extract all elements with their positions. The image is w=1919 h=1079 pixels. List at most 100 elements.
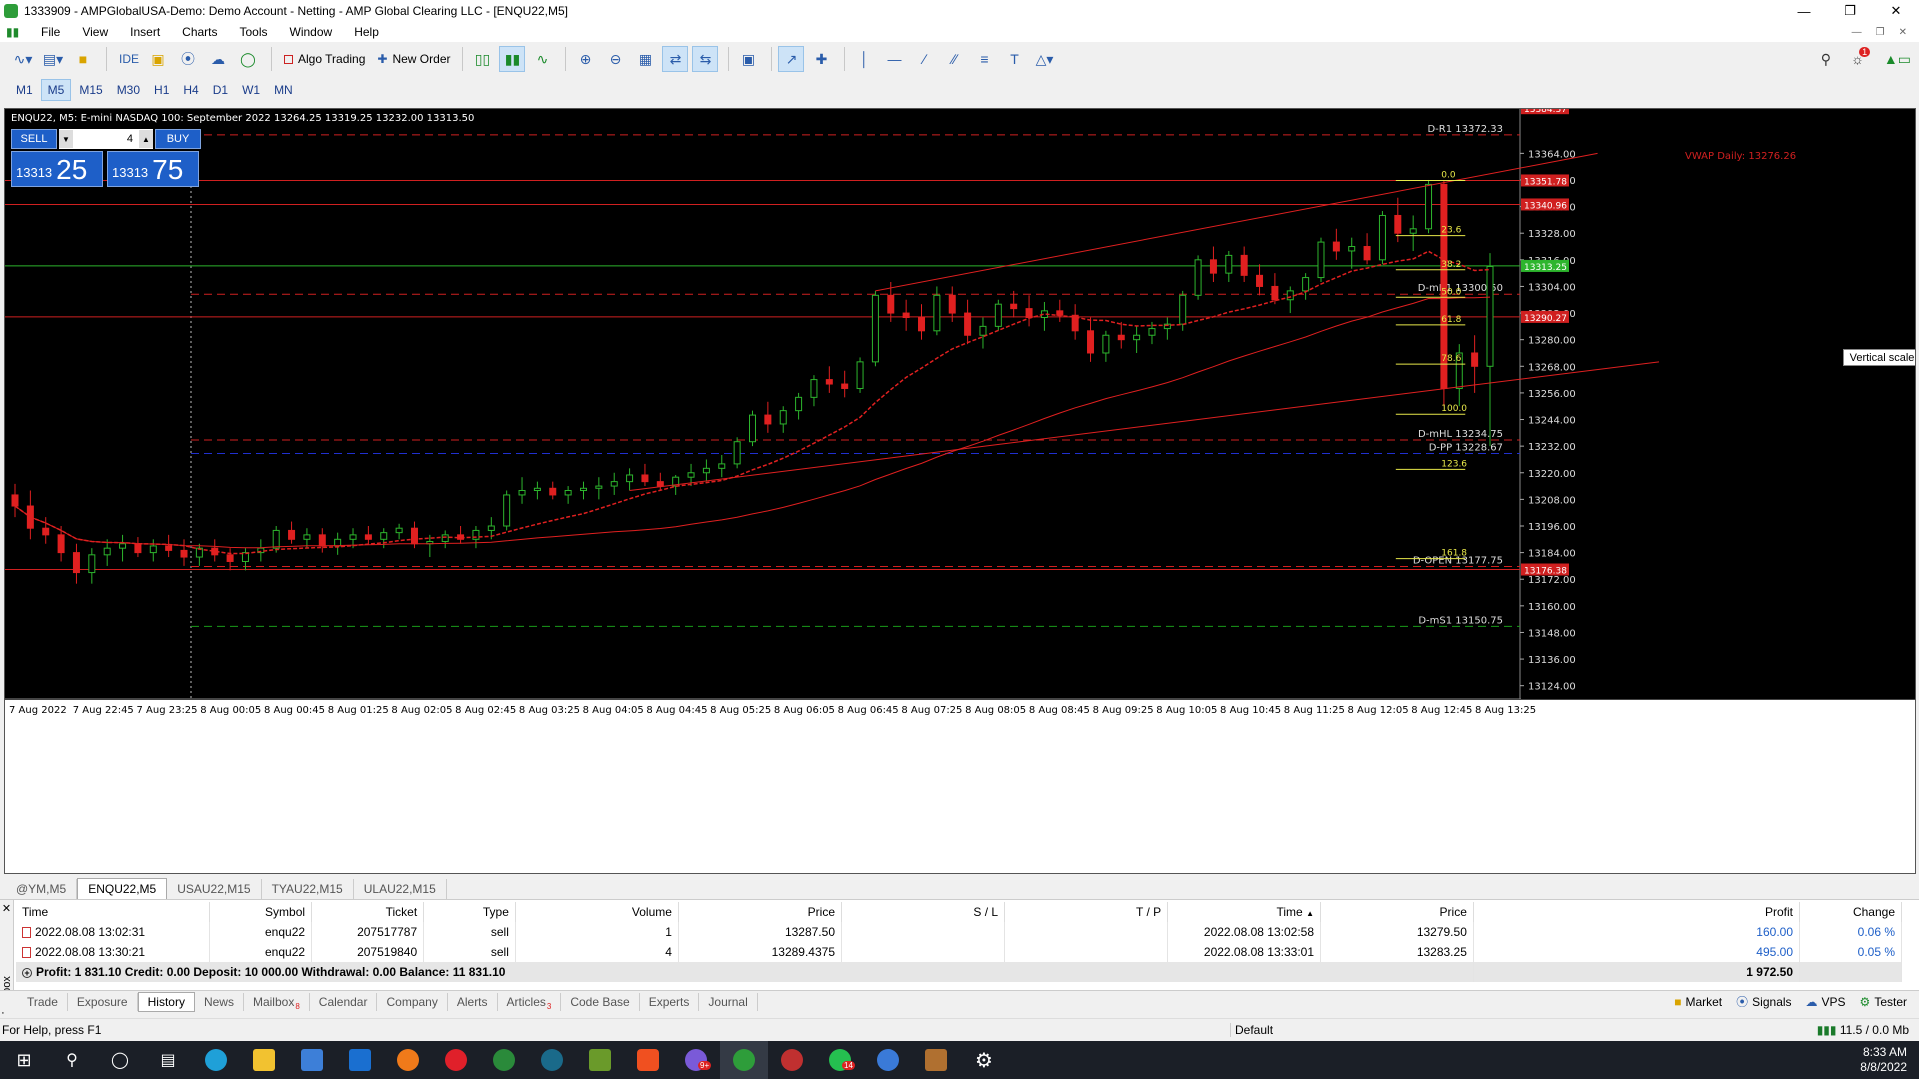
brave-icon[interactable] [624,1041,672,1079]
symbol-tab-ym[interactable]: @YM,M5 [6,879,78,899]
timeframe-m30[interactable]: M30 [111,80,146,100]
timeframe-mn[interactable]: MN [268,80,299,100]
metatrader-taskbar-icon[interactable] [720,1041,768,1079]
algo-trading-button[interactable]: Algo Trading [278,46,371,72]
col-profit[interactable]: Profit [1473,902,1801,922]
text-icon[interactable]: T [1001,46,1027,72]
fibonacci-icon[interactable]: ≡ [971,46,997,72]
menu-tools[interactable]: Tools [229,25,279,39]
table-row[interactable]: 2022.08.08 13:02:31 enqu22 207517787 sel… [16,922,1902,942]
vertical-line-icon[interactable]: │ [851,46,877,72]
tab-journal[interactable]: Journal [699,992,758,1011]
tab-mailbox[interactable]: Mailbox8 [244,992,310,1011]
menu-file[interactable]: File [30,25,71,39]
ide-button[interactable]: IDE [113,46,145,72]
auto-scroll-icon[interactable]: ⇄ [662,46,689,72]
timeframe-h1[interactable]: H1 [148,80,175,100]
sell-price-button[interactable]: 13313 25 [11,151,103,187]
cloud-icon[interactable]: ☁ [205,46,231,72]
timeframe-h4[interactable]: H4 [177,80,204,100]
notifications-icon[interactable]: ☼ 1 [1851,47,1871,67]
trendline-icon[interactable]: ∕ [911,46,937,72]
col-volume[interactable]: Volume [515,902,679,922]
firefox-icon[interactable] [384,1041,432,1079]
tile-windows-icon[interactable]: ▦ [632,46,658,72]
crosshair-icon[interactable]: ✚ [808,46,834,72]
close-button[interactable]: ✕ [1873,0,1919,22]
minimize-button[interactable]: — [1781,0,1827,22]
app-bird-icon[interactable] [768,1041,816,1079]
signal-strength-icon[interactable]: ▲▭ [1884,51,1911,68]
market-watch-icon[interactable]: ■ [70,46,96,72]
mdi-minimize-icon[interactable]: — [1852,27,1862,38]
timeframe-m15[interactable]: M15 [73,80,108,100]
app-globe-icon[interactable] [528,1041,576,1079]
col-time[interactable]: Time [16,902,211,922]
chart-window[interactable]: 13364.0013352.0013340.0013328.0013316.00… [4,108,1916,874]
tab-code-base[interactable]: Code Base [561,992,640,1011]
mdi-close-icon[interactable]: ✕ [1899,27,1907,38]
signal-icon[interactable]: ⦿ [175,46,201,72]
tester-link[interactable]: ⚙ Tester [1860,993,1907,1010]
timeframe-d1[interactable]: D1 [207,80,234,100]
templates-icon[interactable]: ▤▾ [40,46,66,72]
mdi-restore-icon[interactable]: ❐ [1876,27,1885,38]
cortana-icon[interactable]: ◯ [96,1041,144,1079]
menu-window[interactable]: Window [279,25,344,39]
volume-input[interactable]: ▼ 4 ▲ [59,129,153,149]
signals-link[interactable]: ⦿ Signals [1736,993,1791,1010]
screenshot-icon[interactable]: ▣ [735,46,761,72]
symbol-tab-usau22[interactable]: USAU22,M15 [167,879,262,899]
cursor-icon[interactable]: ↗ [778,46,805,72]
menu-insert[interactable]: Insert [119,25,171,39]
tab-trade[interactable]: Trade [18,992,68,1011]
start-button[interactable]: ⊞ [0,1041,48,1079]
symbol-tab-ulau22[interactable]: ULAU22,M15 [354,879,447,899]
shapes-icon[interactable]: △▾ [1031,46,1057,72]
chart-type-icon[interactable]: ∿▾ [10,46,36,72]
navigator-icon[interactable]: ▣ [145,46,171,72]
col-close-price[interactable]: Price [1320,902,1474,922]
volume-up-icon[interactable]: ▲ [139,130,153,148]
col-ticket[interactable]: Ticket [311,902,425,922]
tab-history[interactable]: History [137,991,195,1012]
col-change[interactable]: Change [1799,902,1902,922]
system-clock[interactable]: 8:33 AM 8/8/2022 [1860,1045,1919,1075]
table-row[interactable]: 2022.08.08 13:30:21 enqu22 207519840 sel… [16,942,1902,962]
symbol-tab-enqu22[interactable]: ENQU22,M5 [77,878,168,899]
app-person-icon[interactable] [912,1041,960,1079]
edge-icon[interactable] [192,1041,240,1079]
menu-help[interactable]: Help [343,25,390,39]
candlestick-icon[interactable]: ▮▮ [499,46,526,72]
settings-icon[interactable]: ⚙ [960,1041,1008,1079]
opera-icon[interactable] [432,1041,480,1079]
store-icon[interactable] [288,1041,336,1079]
col-type[interactable]: Type [423,902,516,922]
whatsapp-icon[interactable]: 14 [816,1041,864,1079]
toolbox-close-icon[interactable]: ✕ [0,902,13,915]
mail-icon[interactable] [336,1041,384,1079]
timeframe-m5[interactable]: M5 [40,79,72,101]
search-taskbar-icon[interactable]: ⚲ [48,1041,96,1079]
timeframe-m1[interactable]: M1 [10,80,39,100]
tab-exposure[interactable]: Exposure [68,992,138,1011]
upwork-icon[interactable] [480,1041,528,1079]
tab-news[interactable]: News [195,992,244,1011]
symbol-tab-tyau22[interactable]: TYAU22,M15 [262,879,354,899]
col-tp[interactable]: T / P [1004,902,1169,922]
tab-calendar[interactable]: Calendar [310,992,378,1011]
col-symbol[interactable]: Symbol [209,902,313,922]
app-arrow-icon[interactable] [576,1041,624,1079]
maximize-button[interactable]: ❐ [1827,0,1873,22]
price-chart[interactable]: 13364.0013352.0013340.0013328.0013316.00… [5,109,1915,873]
channel-icon[interactable]: ∕∕ [941,46,967,72]
tab-company[interactable]: Company [377,992,448,1011]
timeframe-w1[interactable]: W1 [236,80,266,100]
tab-experts[interactable]: Experts [640,992,700,1011]
buy-button[interactable]: BUY [155,129,201,149]
tab-alerts[interactable]: Alerts [448,992,498,1011]
tab-articles[interactable]: Articles3 [498,992,562,1011]
zoom-in-icon[interactable]: ⊕ [572,46,598,72]
horizontal-line-icon[interactable]: — [881,46,907,72]
menu-charts[interactable]: Charts [171,25,228,39]
